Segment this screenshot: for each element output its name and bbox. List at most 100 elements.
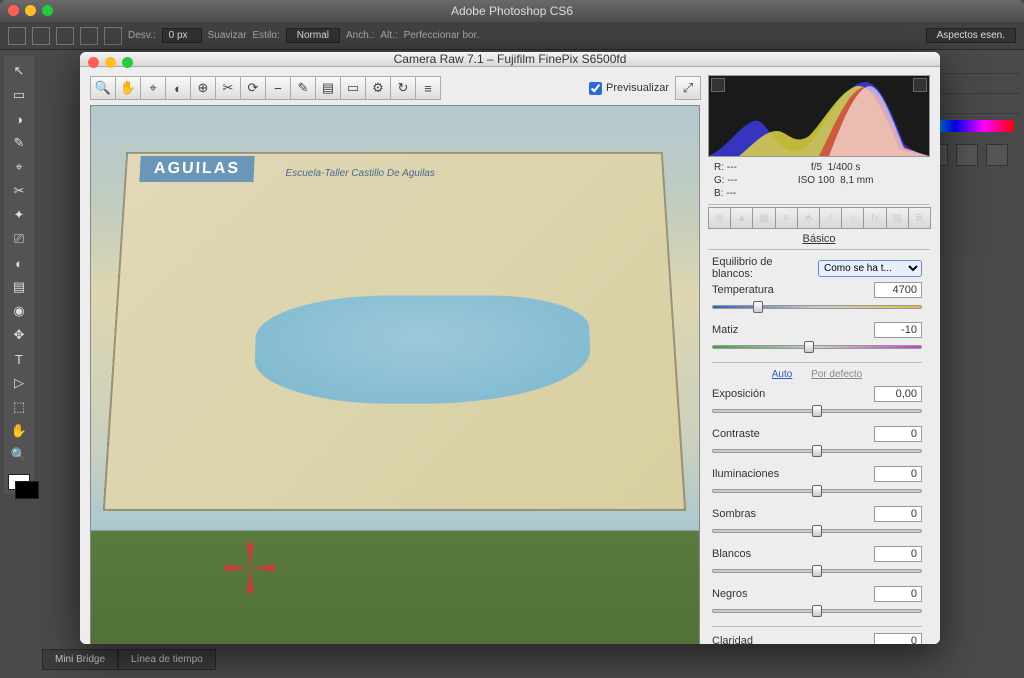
cr-tool-1[interactable]: ✋ (115, 76, 141, 100)
ps-tool-11[interactable]: ✥ (6, 324, 32, 346)
cr-tab-7[interactable]: fx (863, 207, 886, 229)
cr-tool-7[interactable]: ⎯ (265, 76, 291, 100)
claridad-value[interactable]: 0 (874, 633, 922, 644)
compass-icon (225, 543, 275, 593)
width-label: Anch.: (346, 30, 374, 41)
image-subtitle: Escuela-Taller Castillo De Aguilas (286, 168, 435, 179)
ps-tool-0[interactable]: ↖ (6, 60, 32, 82)
exposicion-slider[interactable] (712, 404, 922, 418)
zoom-icon[interactable] (42, 5, 53, 16)
preview-checkbox[interactable]: Previsualizar (589, 82, 669, 95)
cr-tool-4[interactable]: ⊕ (190, 76, 216, 100)
color-swatch-icon[interactable] (8, 474, 30, 490)
option-icon-3[interactable] (80, 27, 98, 45)
panel-title: Básico (708, 229, 930, 250)
blancos-slider[interactable] (712, 564, 922, 578)
white-balance-select[interactable]: Como se ha t... (818, 260, 922, 277)
cr-tool-2[interactable]: ⌖ (140, 76, 166, 100)
marquee-icon[interactable] (8, 27, 26, 45)
cr-tool-3[interactable]: ◐ (165, 76, 191, 100)
feather-label: Desv.: (128, 30, 156, 41)
option-icon-4[interactable] (104, 27, 122, 45)
cr-tool-8[interactable]: ✎ (290, 76, 316, 100)
fullscreen-icon[interactable]: ⤢ (675, 76, 701, 100)
ps-tool-3[interactable]: ✎ (6, 132, 32, 154)
option-icon-1[interactable] (32, 27, 50, 45)
ps-tool-16[interactable]: 🔍 (6, 444, 32, 466)
contraste-slider[interactable] (712, 444, 922, 458)
zoom-icon[interactable] (122, 57, 133, 68)
workspace-select[interactable]: Aspectos esen. (926, 28, 1016, 43)
cr-tab-8[interactable]: ▧ (886, 207, 909, 229)
ps-tool-5[interactable]: ✂ (6, 180, 32, 202)
refine-edge-button[interactable]: Perfeccionar bor. (404, 30, 480, 41)
temperatura-value[interactable]: 4700 (874, 282, 922, 298)
ps-tool-12[interactable]: T (6, 348, 32, 370)
cr-tab-9[interactable]: ≣ (908, 207, 931, 229)
cr-tool-13[interactable]: ≡ (415, 76, 441, 100)
blancos-value[interactable]: 0 (874, 546, 922, 562)
cr-tab-0[interactable]: ⊛ (708, 207, 731, 229)
blancos-row: Blancos0 (712, 546, 922, 562)
exposicion-value[interactable]: 0,00 (874, 386, 922, 402)
ps-options-bar: Desv.: 0 px Suavizar Estilo: Normal Anch… (0, 22, 1024, 50)
cr-tool-10[interactable]: ▭ (340, 76, 366, 100)
cr-tab-1[interactable]: ▲ (730, 207, 753, 229)
cr-tab-3[interactable]: ≡ (775, 207, 798, 229)
adj-icon[interactable] (986, 144, 1008, 166)
close-icon[interactable] (8, 5, 19, 16)
default-link[interactable]: Por defecto (811, 369, 862, 380)
matiz-slider[interactable] (712, 340, 922, 354)
ps-bottom-tabs: Mini Bridge Línea de tiempo (42, 649, 216, 670)
ps-title: Adobe Photoshop CS6 (451, 4, 573, 18)
matiz-value[interactable]: -10 (874, 322, 922, 338)
cr-tool-11[interactable]: ⚙ (365, 76, 391, 100)
sombras-value[interactable]: 0 (874, 506, 922, 522)
histogram[interactable] (708, 75, 930, 157)
white-balance-row: Equilibrio de blancos: Como se ha t... (712, 256, 922, 280)
temperatura-slider[interactable] (712, 300, 922, 314)
cr-tool-12[interactable]: ↻ (390, 76, 416, 100)
tab-timeline[interactable]: Línea de tiempo (118, 649, 216, 670)
ps-tool-15[interactable]: ✋ (6, 420, 32, 442)
feather-field[interactable]: 0 px (162, 28, 202, 43)
negros-slider[interactable] (712, 604, 922, 618)
ps-tool-1[interactable]: ▭ (6, 84, 32, 106)
minimize-icon[interactable] (105, 57, 116, 68)
ps-traffic-lights[interactable] (8, 5, 53, 16)
ps-tool-10[interactable]: ◉ (6, 300, 32, 322)
ps-tool-9[interactable]: ▤ (6, 276, 32, 298)
style-select[interactable]: Normal (286, 28, 340, 43)
ps-tool-6[interactable]: ✦ (6, 204, 32, 226)
ps-tool-13[interactable]: ▷ (6, 372, 32, 394)
cr-tab-4[interactable]: ⬘ (797, 207, 820, 229)
contraste-value[interactable]: 0 (874, 426, 922, 442)
minimize-icon[interactable] (25, 5, 36, 16)
cr-tool-6[interactable]: ⟳ (240, 76, 266, 100)
cr-tool-5[interactable]: ✂ (215, 76, 241, 100)
height-label: Alt.: (380, 30, 397, 41)
tab-mini-bridge[interactable]: Mini Bridge (42, 649, 118, 670)
ps-tool-8[interactable]: ◐ (6, 252, 32, 274)
close-icon[interactable] (88, 57, 99, 68)
cr-tool-9[interactable]: ▤ (315, 76, 341, 100)
cr-tab-5[interactable]: ⫽ (819, 207, 842, 229)
cr-traffic-lights[interactable] (88, 57, 133, 68)
ps-tool-2[interactable]: ◑ (6, 108, 32, 130)
cr-tool-0[interactable]: 🔍 (90, 76, 116, 100)
sombras-slider[interactable] (712, 524, 922, 538)
negros-value[interactable]: 0 (874, 586, 922, 602)
cr-preview-image[interactable]: AGUILAS Escuela-Taller Castillo De Aguil… (90, 105, 700, 644)
iluminaciones-slider[interactable] (712, 484, 922, 498)
option-icon-2[interactable] (56, 27, 74, 45)
basic-panel: Equilibrio de blancos: Como se ha t... T… (708, 250, 930, 644)
adj-icon[interactable] (956, 144, 978, 166)
cr-tab-2[interactable]: ▦ (752, 207, 775, 229)
cr-titlebar: Camera Raw 7.1 – Fujifilm FinePix S6500f… (80, 52, 940, 67)
auto-link[interactable]: Auto (772, 369, 793, 380)
ps-tool-7[interactable]: ⎚ (6, 228, 32, 250)
ps-tool-14[interactable]: ⬚ (6, 396, 32, 418)
ps-tool-4[interactable]: ⌖ (6, 156, 32, 178)
iluminaciones-value[interactable]: 0 (874, 466, 922, 482)
cr-tab-6[interactable]: ☼ (841, 207, 864, 229)
